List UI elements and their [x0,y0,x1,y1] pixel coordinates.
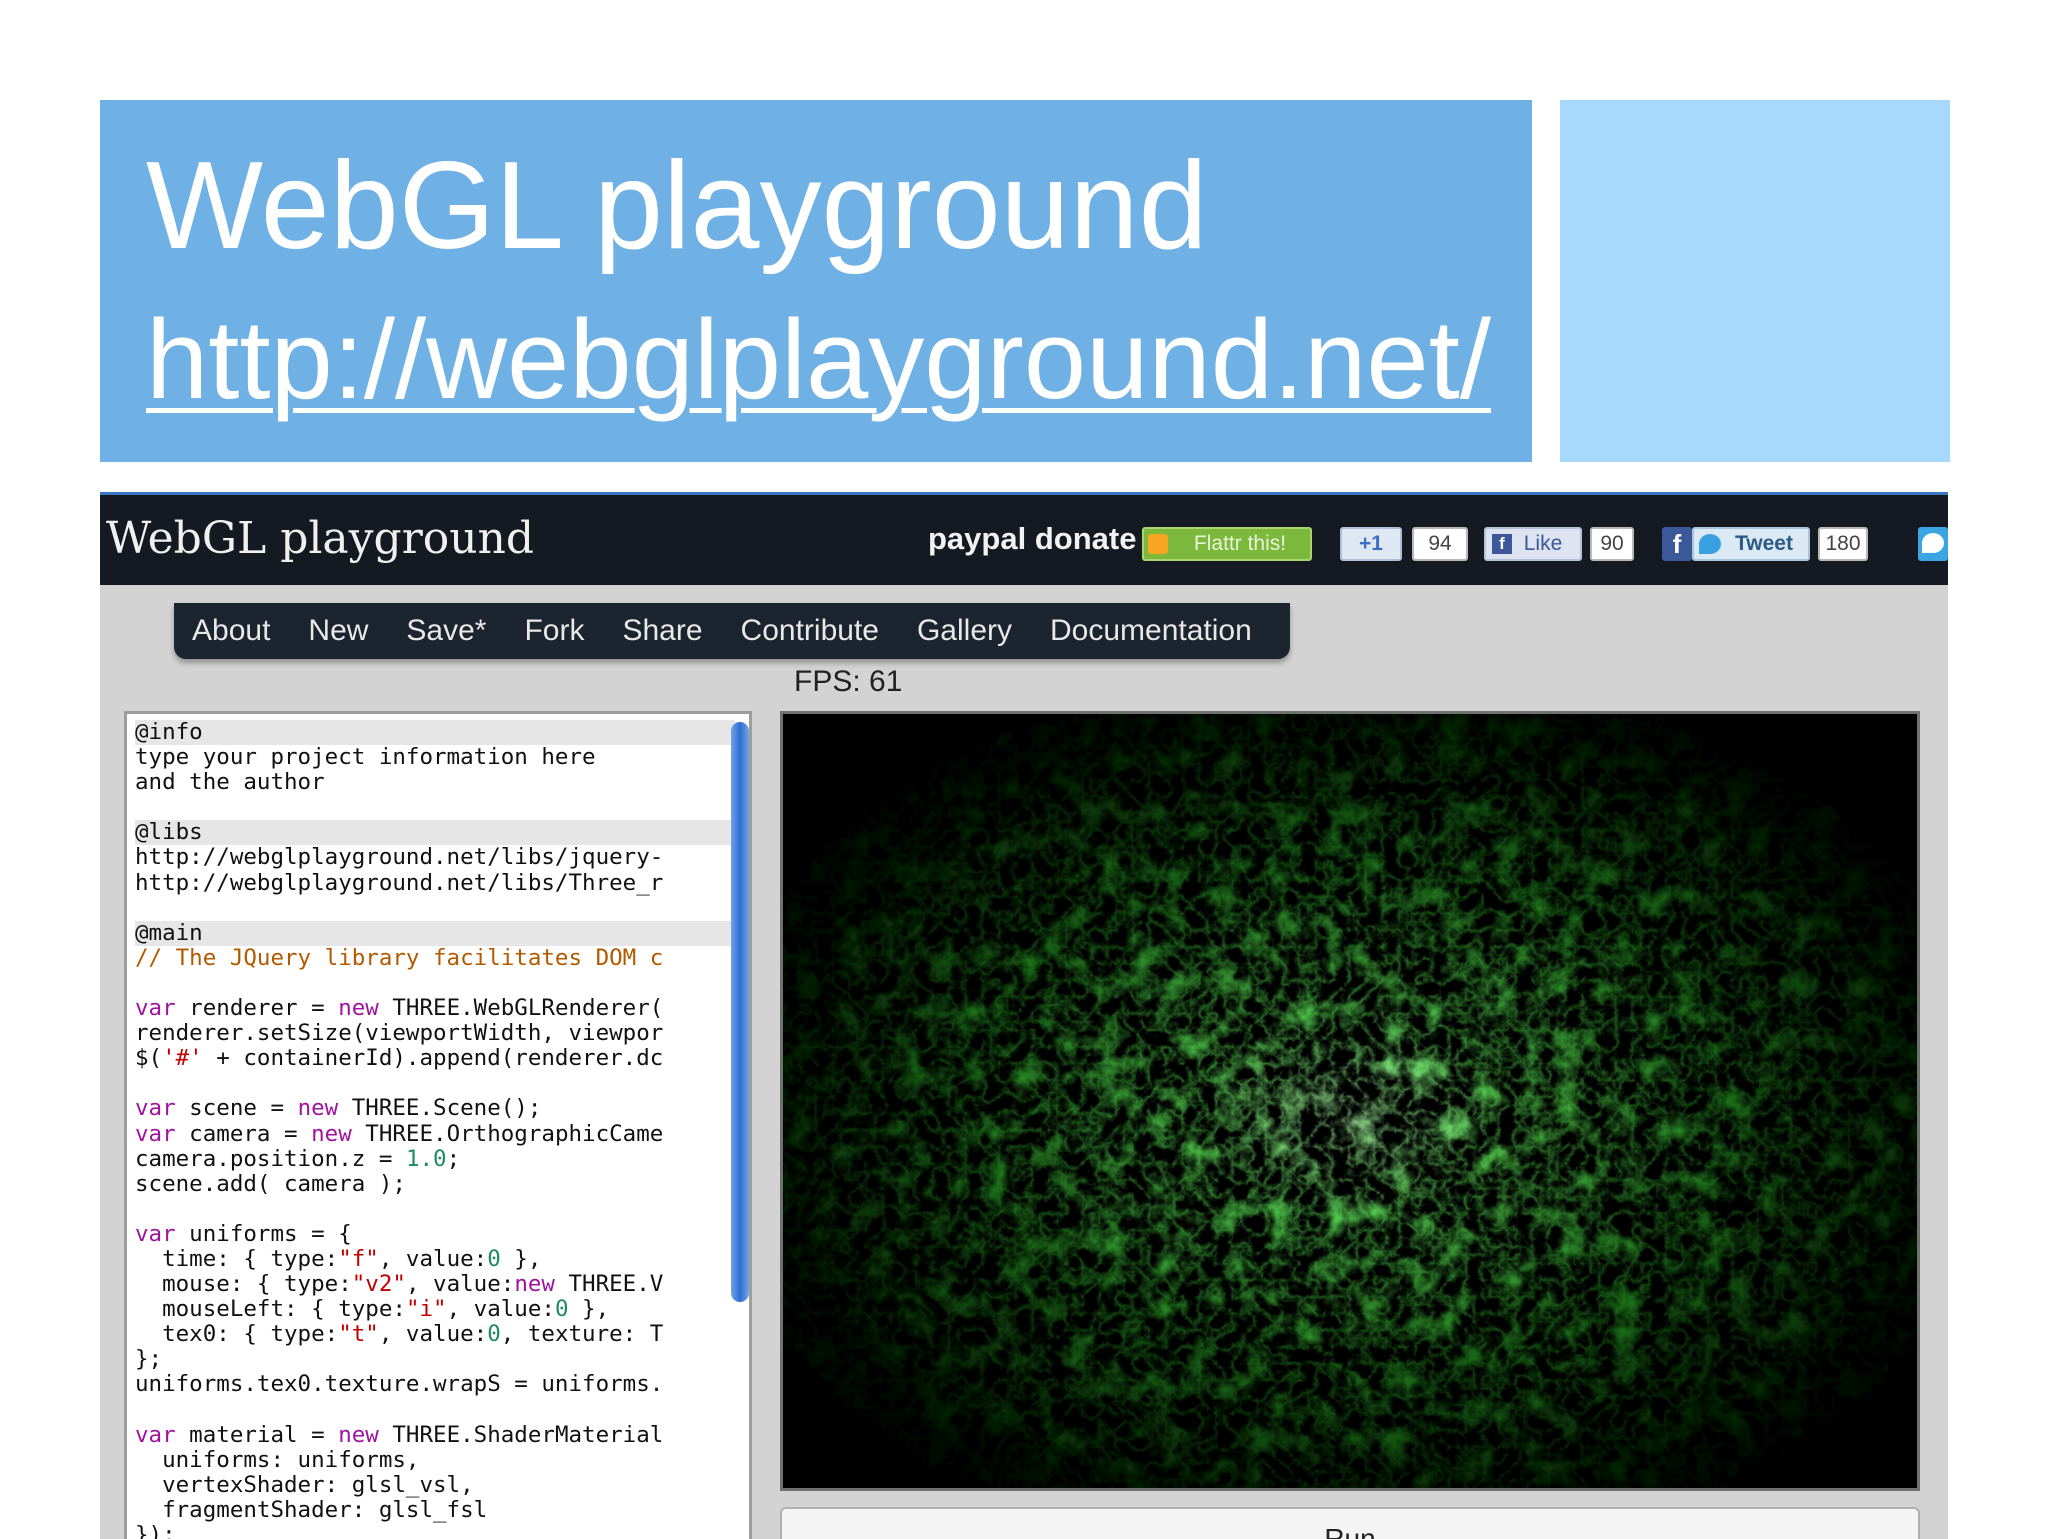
paypal-donate-link[interactable]: paypal donate [928,521,1136,557]
tweet-button[interactable]: Tweet [1692,527,1810,561]
nav-new[interactable]: New [308,614,368,648]
nav-save[interactable]: Save* [406,614,486,648]
flattr-icon [1148,534,1168,554]
nav-share[interactable]: Share [622,614,702,648]
twitter-bird-icon [1922,533,1944,553]
slide-title-panel: WebGL playground http://webglplayground.… [100,100,1532,462]
nav-about[interactable]: About [192,614,270,648]
slide-link[interactable]: http://webglplayground.net/ [146,304,1491,416]
twitter-icon[interactable] [1918,527,1948,561]
google-plus-one-button[interactable]: +1 [1340,527,1402,561]
plus-one-count: 94 [1412,527,1468,561]
tweet-label: Tweet [1735,532,1793,555]
flattr-label: Flattr this! [1193,532,1287,555]
code-content[interactable]: @info type your project information here… [135,719,735,1539]
like-count: 90 [1590,527,1634,561]
shader-output-render [783,714,1917,1488]
decorative-side-panel [1560,100,1950,462]
tweet-count: 180 [1818,527,1868,561]
nav-gallery[interactable]: Gallery [917,614,1012,648]
nav-contribute[interactable]: Contribute [741,614,879,648]
fps-counter: FPS: 61 [794,665,903,698]
top-bar: WebGL playground paypal donate Flattr th… [100,495,1948,585]
editor-scrollbar[interactable] [731,722,749,1302]
twitter-bird-icon [1699,534,1721,554]
like-label: Like [1523,532,1563,555]
nav-documentation[interactable]: Documentation [1050,614,1252,648]
facebook-icon[interactable]: f [1662,527,1692,561]
main-nav: About New Save* Fork Share Contribute Ga… [174,603,1290,659]
site-logo[interactable]: WebGL playground [106,513,534,564]
run-button[interactable]: Run [780,1507,1920,1539]
facebook-mini-icon: f [1492,534,1512,554]
slide-title: WebGL playground [146,137,1208,275]
code-editor[interactable]: @info type your project information here… [124,711,752,1539]
flattr-button[interactable]: Flattr this! [1142,527,1312,561]
facebook-like-button[interactable]: f Like [1484,527,1582,561]
webgl-playground-screenshot: WebGL playground paypal donate Flattr th… [100,492,1948,1539]
nav-fork[interactable]: Fork [524,614,584,648]
webgl-canvas[interactable] [780,711,1920,1491]
